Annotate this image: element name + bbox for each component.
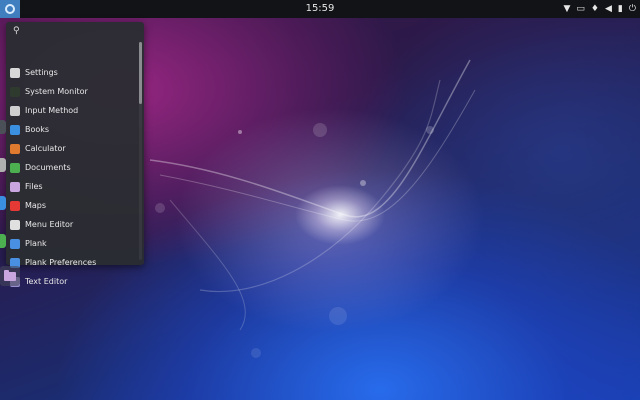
scrollbar[interactable] bbox=[139, 42, 142, 260]
app-item[interactable]: Maps bbox=[6, 196, 138, 215]
app-item-label: Plank Preferences bbox=[25, 258, 97, 267]
app-item-label: Documents bbox=[25, 163, 71, 172]
scroll-thumb[interactable] bbox=[139, 42, 142, 104]
app-item[interactable]: Plank Preferences bbox=[6, 253, 138, 272]
app-item-label: System Monitor bbox=[25, 87, 88, 96]
notification-icon[interactable]: ▭ bbox=[576, 0, 585, 18]
calculator-icon bbox=[10, 143, 20, 154]
dock-item-peek[interactable] bbox=[0, 196, 6, 210]
app-item-label: Menu Editor bbox=[25, 220, 74, 229]
clock[interactable]: 15:59 bbox=[306, 3, 335, 14]
app-launcher-popover: ⚲ Settings System Monitor Input Method Book… bbox=[6, 22, 144, 287]
app-item[interactable]: Books bbox=[6, 120, 138, 139]
menu-editor-icon bbox=[10, 219, 20, 230]
dock-item-files[interactable] bbox=[0, 266, 20, 286]
app-item-label: Books bbox=[25, 125, 50, 134]
search-icon: ⚲ bbox=[13, 26, 20, 36]
power-icon[interactable]: ⏻ bbox=[629, 0, 636, 18]
maps-icon bbox=[10, 200, 20, 211]
app-item-label: Settings bbox=[25, 68, 58, 77]
app-item[interactable]: Settings bbox=[6, 63, 138, 82]
app-item-label: Text Editor bbox=[25, 277, 68, 286]
app-item[interactable]: Calculator bbox=[6, 139, 138, 158]
folder-icon bbox=[4, 269, 16, 281]
bluetooth-icon[interactable]: ♦ bbox=[591, 0, 599, 18]
volume-icon[interactable]: ◀ bbox=[605, 0, 612, 18]
wifi-icon[interactable]: ▼ bbox=[563, 0, 570, 18]
books-icon bbox=[10, 124, 20, 135]
dock-item-peek[interactable] bbox=[0, 234, 6, 248]
settings-icon bbox=[10, 67, 20, 78]
app-item-label: Plank bbox=[25, 239, 47, 248]
plank-icon bbox=[10, 238, 20, 249]
documents-icon bbox=[10, 162, 20, 173]
app-item[interactable]: Files bbox=[6, 177, 138, 196]
app-item-label: Maps bbox=[25, 201, 47, 210]
app-list: Settings System Monitor Input Method Books C… bbox=[6, 63, 138, 291]
app-item[interactable]: Menu Editor bbox=[6, 215, 138, 234]
menu-icon bbox=[5, 4, 15, 14]
applications-menu-button[interactable] bbox=[0, 0, 20, 18]
battery-icon[interactable]: ▮ bbox=[618, 0, 623, 18]
files-icon bbox=[10, 181, 20, 192]
system-monitor-icon bbox=[10, 86, 20, 97]
dock-item-peek[interactable] bbox=[0, 120, 6, 134]
app-item-label: Files bbox=[25, 182, 43, 191]
search-input[interactable] bbox=[19, 23, 144, 39]
search-row: ⚲ bbox=[6, 22, 144, 40]
app-item[interactable]: Documents bbox=[6, 158, 138, 177]
dock-edge-peek bbox=[0, 120, 6, 270]
app-item[interactable]: Text Editor bbox=[6, 272, 138, 291]
input-method-icon bbox=[10, 105, 20, 116]
indicator-area: ▼ ▭ ♦ ◀ ▮ ⏻ bbox=[563, 0, 636, 18]
app-item[interactable]: Input Method bbox=[6, 101, 138, 120]
app-item-label: Input Method bbox=[25, 106, 79, 115]
dock-item-peek[interactable] bbox=[0, 158, 6, 172]
app-item-label: Calculator bbox=[25, 144, 66, 153]
top-panel: 15:59 ▼ ▭ ♦ ◀ ▮ ⏻ bbox=[0, 0, 640, 18]
app-item[interactable]: System Monitor bbox=[6, 82, 138, 101]
app-item[interactable]: Plank bbox=[6, 234, 138, 253]
